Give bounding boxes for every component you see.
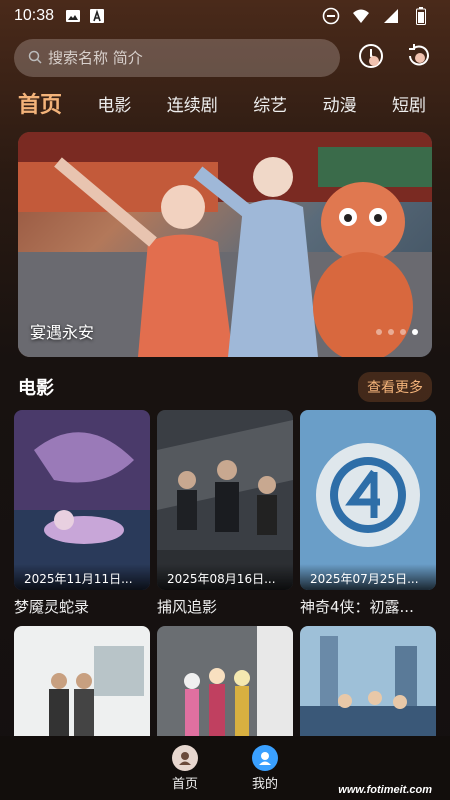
tab-anime[interactable]: 动漫 [319,91,361,116]
carousel-dot[interactable] [376,329,382,335]
carousel-dot-active[interactable] [412,329,418,335]
movie-card[interactable] [14,626,150,744]
nav-profile-label: 我的 [251,776,278,792]
status-time: 10:38 [14,7,55,24]
section-title: 电影 [18,378,54,399]
history-icon [357,42,385,74]
category-tabs: 首页 电影 连续剧 综艺 动漫 短剧 [14,86,436,120]
movie-card[interactable] [300,626,436,744]
movie-card[interactable]: 2025年08月16日... 捕风追影 [157,410,293,617]
profile-icon [252,744,278,771]
movie-title[interactable]: 神奇4侠：初露... [300,596,436,617]
poster-image [157,626,293,744]
poster-image [300,410,436,590]
movie-date: 2025年11月11日... [14,564,150,590]
movie-poster[interactable]: 2025年11月11日... [14,410,150,590]
poster-image [14,626,150,744]
nav-home-label: 首页 [171,776,198,792]
dnd-icon [322,7,340,25]
search-box[interactable] [14,39,340,77]
bottom-nav: 首页 我的 www.fotimeit.com [0,736,450,800]
watermark: www.fotimeit.com [338,784,432,796]
movie-poster[interactable] [300,626,436,744]
movie-title[interactable]: 捕风追影 [157,596,293,617]
status-bar: 10:38 [0,0,450,32]
wifi-icon [352,7,370,25]
search-row [14,38,436,78]
home-icon [172,744,198,771]
tab-series[interactable]: 连续剧 [163,91,222,116]
history-button[interactable] [354,41,388,75]
carousel-dot[interactable] [400,329,406,335]
nav-home[interactable]: 首页 [145,744,225,792]
status-right [322,7,436,25]
tab-movie[interactable]: 电影 [93,91,135,116]
movie-date: 2025年07月25日... [300,564,436,590]
view-more-button[interactable]: 查看更多 [358,372,432,402]
search-input[interactable] [48,49,308,67]
nav-profile[interactable]: 我的 [225,744,305,792]
movie-card[interactable]: 2025年11月11日... 梦魇灵蛇录 [14,410,150,617]
poster-image [300,626,436,744]
tab-variety[interactable]: 综艺 [249,91,291,116]
carousel-dot[interactable] [388,329,394,335]
poster-image [14,410,150,590]
movie-title[interactable]: 梦魇灵蛇录 [14,596,150,617]
movie-poster[interactable]: 2025年07月25日... [300,410,436,590]
banner-carousel[interactable]: 宴遇永安 [18,132,432,357]
signal-icon [382,7,400,25]
carousel-dots [376,329,418,335]
movie-poster[interactable]: 2025年08月16日... [157,410,293,590]
section-header: 电影 查看更多 [18,372,432,402]
poster-image [157,410,293,590]
movie-card[interactable] [157,626,293,744]
movie-card[interactable]: 2025年07月25日... 神奇4侠：初露... [300,410,436,617]
movie-poster[interactable] [157,626,293,744]
search-icon [28,49,42,68]
banner-title: 宴遇永安 [30,323,95,342]
battery-icon [412,7,430,25]
refresh-button[interactable] [402,41,436,75]
movie-date: 2025年08月16日... [157,564,293,590]
refresh-icon [405,42,433,74]
app-screen: 10:38 搜索名称 简介 首页 电影 连续剧 综艺 动漫 短剧 宴遇永安 电影… [0,0,450,800]
tab-short-drama[interactable]: 短剧 [388,91,430,116]
a-icon [88,7,106,25]
movie-poster[interactable] [14,626,150,744]
image-icon [64,7,82,25]
tab-home[interactable]: 首页 [14,87,66,119]
